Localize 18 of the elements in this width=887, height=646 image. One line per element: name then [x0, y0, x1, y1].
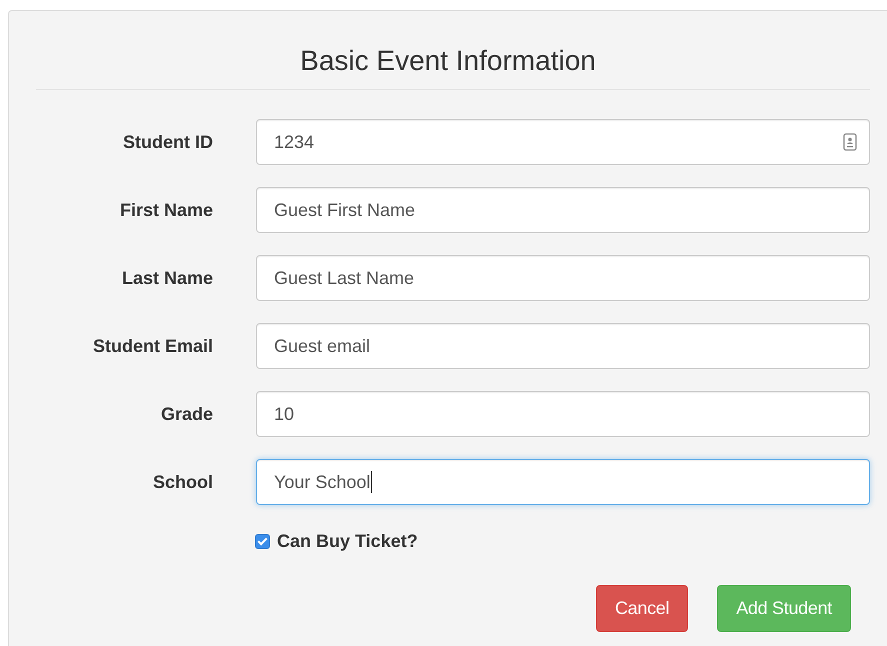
- input-field[interactable]: 1234: [256, 119, 870, 165]
- checkbox-label[interactable]: Can Buy Ticket?: [277, 531, 418, 552]
- text-cursor: [371, 471, 372, 493]
- input-field[interactable]: Guest First Name: [256, 187, 870, 233]
- input-field[interactable]: Guest Last Name: [256, 255, 870, 301]
- field-label: Last Name: [122, 268, 213, 288]
- field-label: Grade: [160, 404, 213, 424]
- form-title: Basic Event Information: [299, 44, 597, 78]
- cancel-button[interactable]: Cancel: [596, 585, 688, 632]
- field-label: Student Email: [92, 336, 213, 356]
- field-label: First Name: [120, 200, 213, 220]
- field-label: School: [152, 472, 213, 492]
- checkbox[interactable]: [255, 534, 270, 549]
- contact-card-icon[interactable]: [843, 133, 857, 151]
- input-field[interactable]: Your School: [256, 459, 870, 505]
- input-field[interactable]: Guest email: [256, 323, 870, 369]
- input-field[interactable]: 10: [256, 391, 870, 437]
- field-label: Student ID: [123, 132, 213, 152]
